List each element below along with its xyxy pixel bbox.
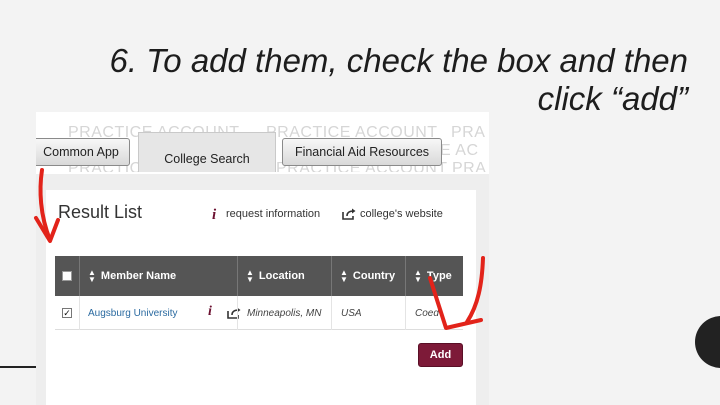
member-name-cell: Augsburg University i <box>79 296 241 330</box>
common-app-button[interactable]: Common App <box>36 138 130 166</box>
country-cell: USA <box>331 296 405 330</box>
sort-arrows-icon: ▲ ▼ <box>88 268 96 284</box>
column-header-location[interactable]: ▲ ▼ Location <box>237 256 331 296</box>
top-navbar: PRACTICE ACCOUNT PRACTICE ACCOUNT PRA PR… <box>36 122 489 172</box>
column-label: Type <box>426 270 452 282</box>
result-list-title: Result List <box>58 202 143 222</box>
watermark-text: PRA <box>451 124 486 141</box>
column-header-type[interactable]: ▲ ▼ Type <box>405 256 463 296</box>
row-checkbox[interactable]: ✓ <box>62 308 72 318</box>
slide: 6. To add them, check the box and then c… <box>0 0 720 405</box>
location-cell: Minneapolis, MN <box>237 296 331 330</box>
university-link[interactable]: Augsburg University <box>88 308 177 319</box>
row-check-cell: ✓ <box>55 296 79 330</box>
info-icon: i <box>212 207 217 223</box>
column-label: Country <box>352 270 396 282</box>
app-screenshot: PRACTICE ACCOUNT PRACTICE ACCOUNT PRA PR… <box>36 112 489 405</box>
college-website-link[interactable]: college's website <box>360 208 443 220</box>
decorative-line <box>0 366 36 368</box>
slide-title: 6. To add them, check the box and then c… <box>109 42 688 117</box>
column-header-country[interactable]: ▲ ▼ Country <box>331 256 405 296</box>
external-link-icon <box>342 208 356 220</box>
sort-arrows-icon: ▲ ▼ <box>340 268 348 284</box>
sort-arrows-icon: ▲ ▼ <box>414 268 422 284</box>
add-button[interactable]: Add <box>418 343 463 367</box>
select-all-checkbox[interactable] <box>62 271 72 281</box>
decorative-circle <box>695 316 720 368</box>
college-search-tab[interactable]: College Search <box>138 132 276 172</box>
column-label: Location <box>258 270 305 282</box>
column-label: Member Name <box>100 270 177 282</box>
watermark-text: PRA <box>452 160 487 172</box>
column-header-member-name[interactable]: ▲ ▼ Member Name <box>79 256 237 296</box>
sort-arrows-icon: ▲ ▼ <box>246 268 254 284</box>
info-icon[interactable]: i <box>208 304 212 320</box>
request-information-link[interactable]: request information <box>226 208 320 220</box>
table-row: ✓ Augsburg University i Minneapolis, MN … <box>55 296 463 330</box>
financial-aid-button[interactable]: Financial Aid Resources <box>282 138 442 166</box>
select-all-cell <box>55 256 79 296</box>
table-header: ▲ ▼ Member Name ▲ ▼ Location ▲ ▼ Country ▲ ▼… <box>55 256 463 296</box>
type-cell: Coed <box>405 296 463 330</box>
